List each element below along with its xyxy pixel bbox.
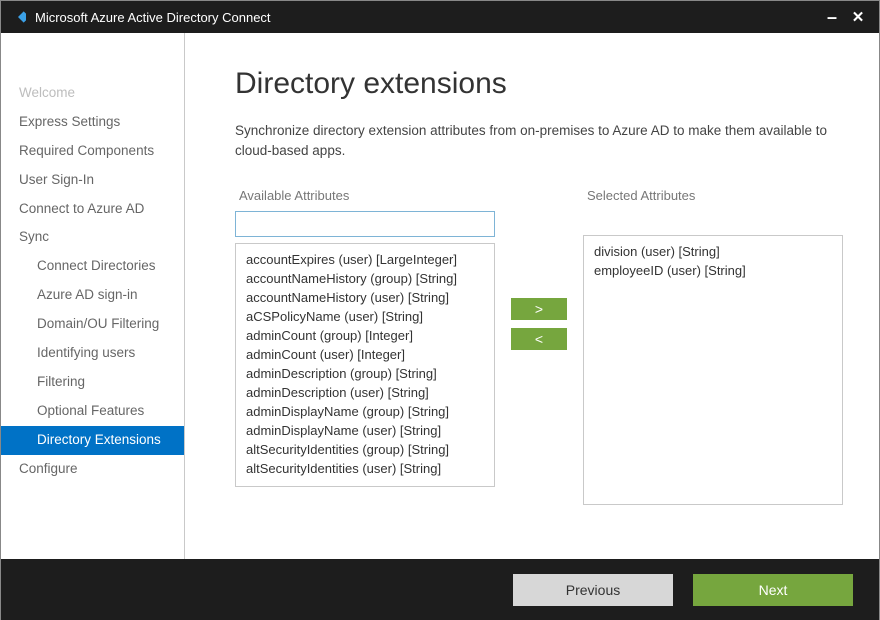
list-item[interactable]: accountNameHistory (group) [String] [240,269,490,288]
nav-item-express-settings[interactable]: Express Settings [1,108,184,137]
nav-item-domain-ou-filtering[interactable]: Domain/OU Filtering [1,310,184,339]
available-label: Available Attributes [235,188,495,203]
available-listbox[interactable]: accountExpires (user) [LargeInteger]acco… [235,243,495,487]
list-item[interactable]: accountNameHistory (user) [String] [240,288,490,307]
close-button[interactable]: ✕ [845,8,871,26]
nav-item-optional-features[interactable]: Optional Features [1,397,184,426]
nav-item-connect-directories[interactable]: Connect Directories [1,252,184,281]
page-description: Synchronize directory extension attribut… [235,121,849,162]
list-item[interactable]: adminCount (user) [Integer] [240,345,490,364]
nav-item-connect-to-azure-ad[interactable]: Connect to Azure AD [1,195,184,224]
search-input[interactable] [235,211,495,237]
transfer-buttons: > < [509,298,569,350]
list-item[interactable]: altSecurityIdentities (group) [String] [240,440,490,459]
page-title: Directory extensions [235,67,849,101]
next-button[interactable]: Next [693,574,853,606]
titlebar: Microsoft Azure Active Directory Connect… [1,1,879,33]
azure-logo-icon [9,8,27,26]
list-item[interactable]: accountExpires (user) [LargeInteger] [240,250,490,269]
list-item[interactable]: employeeID (user) [String] [588,261,838,280]
list-item[interactable]: adminDisplayName (user) [String] [240,421,490,440]
nav-item-configure[interactable]: Configure [1,455,184,484]
nav-item-user-sign-in[interactable]: User Sign-In [1,166,184,195]
nav-item-sync[interactable]: Sync [1,223,184,252]
list-item[interactable]: adminDescription (group) [String] [240,364,490,383]
list-item[interactable]: adminCount (group) [Integer] [240,326,490,345]
previous-button[interactable]: Previous [513,574,673,606]
selected-label: Selected Attributes [583,188,843,203]
available-column: Available Attributes accountExpires (use… [235,188,495,487]
move-left-button[interactable]: < [511,328,567,350]
minimize-button[interactable]: – [819,12,845,22]
nav-item-required-components[interactable]: Required Components [1,137,184,166]
nav-item-identifying-users[interactable]: Identifying users [1,339,184,368]
nav-item-filtering[interactable]: Filtering [1,368,184,397]
window-title: Microsoft Azure Active Directory Connect [35,10,819,25]
list-item[interactable]: division (user) [String] [588,242,838,261]
list-item[interactable]: altSecurityIdentities (user) [String] [240,459,490,478]
footer: Previous Next [1,559,879,620]
nav-item-welcome[interactable]: Welcome [1,79,184,108]
nav-item-directory-extensions[interactable]: Directory Extensions [1,426,184,455]
wizard-nav: WelcomeExpress SettingsRequired Componen… [1,33,185,559]
nav-item-azure-ad-sign-in[interactable]: Azure AD sign-in [1,281,184,310]
list-item[interactable]: adminDescription (user) [String] [240,383,490,402]
main-panel: Directory extensions Synchronize directo… [185,33,879,559]
selected-listbox[interactable]: division (user) [String]employeeID (user… [583,235,843,505]
list-item[interactable]: adminDisplayName (group) [String] [240,402,490,421]
move-right-button[interactable]: > [511,298,567,320]
selected-column: Selected Attributes division (user) [Str… [583,188,843,505]
list-item[interactable]: aCSPolicyName (user) [String] [240,307,490,326]
